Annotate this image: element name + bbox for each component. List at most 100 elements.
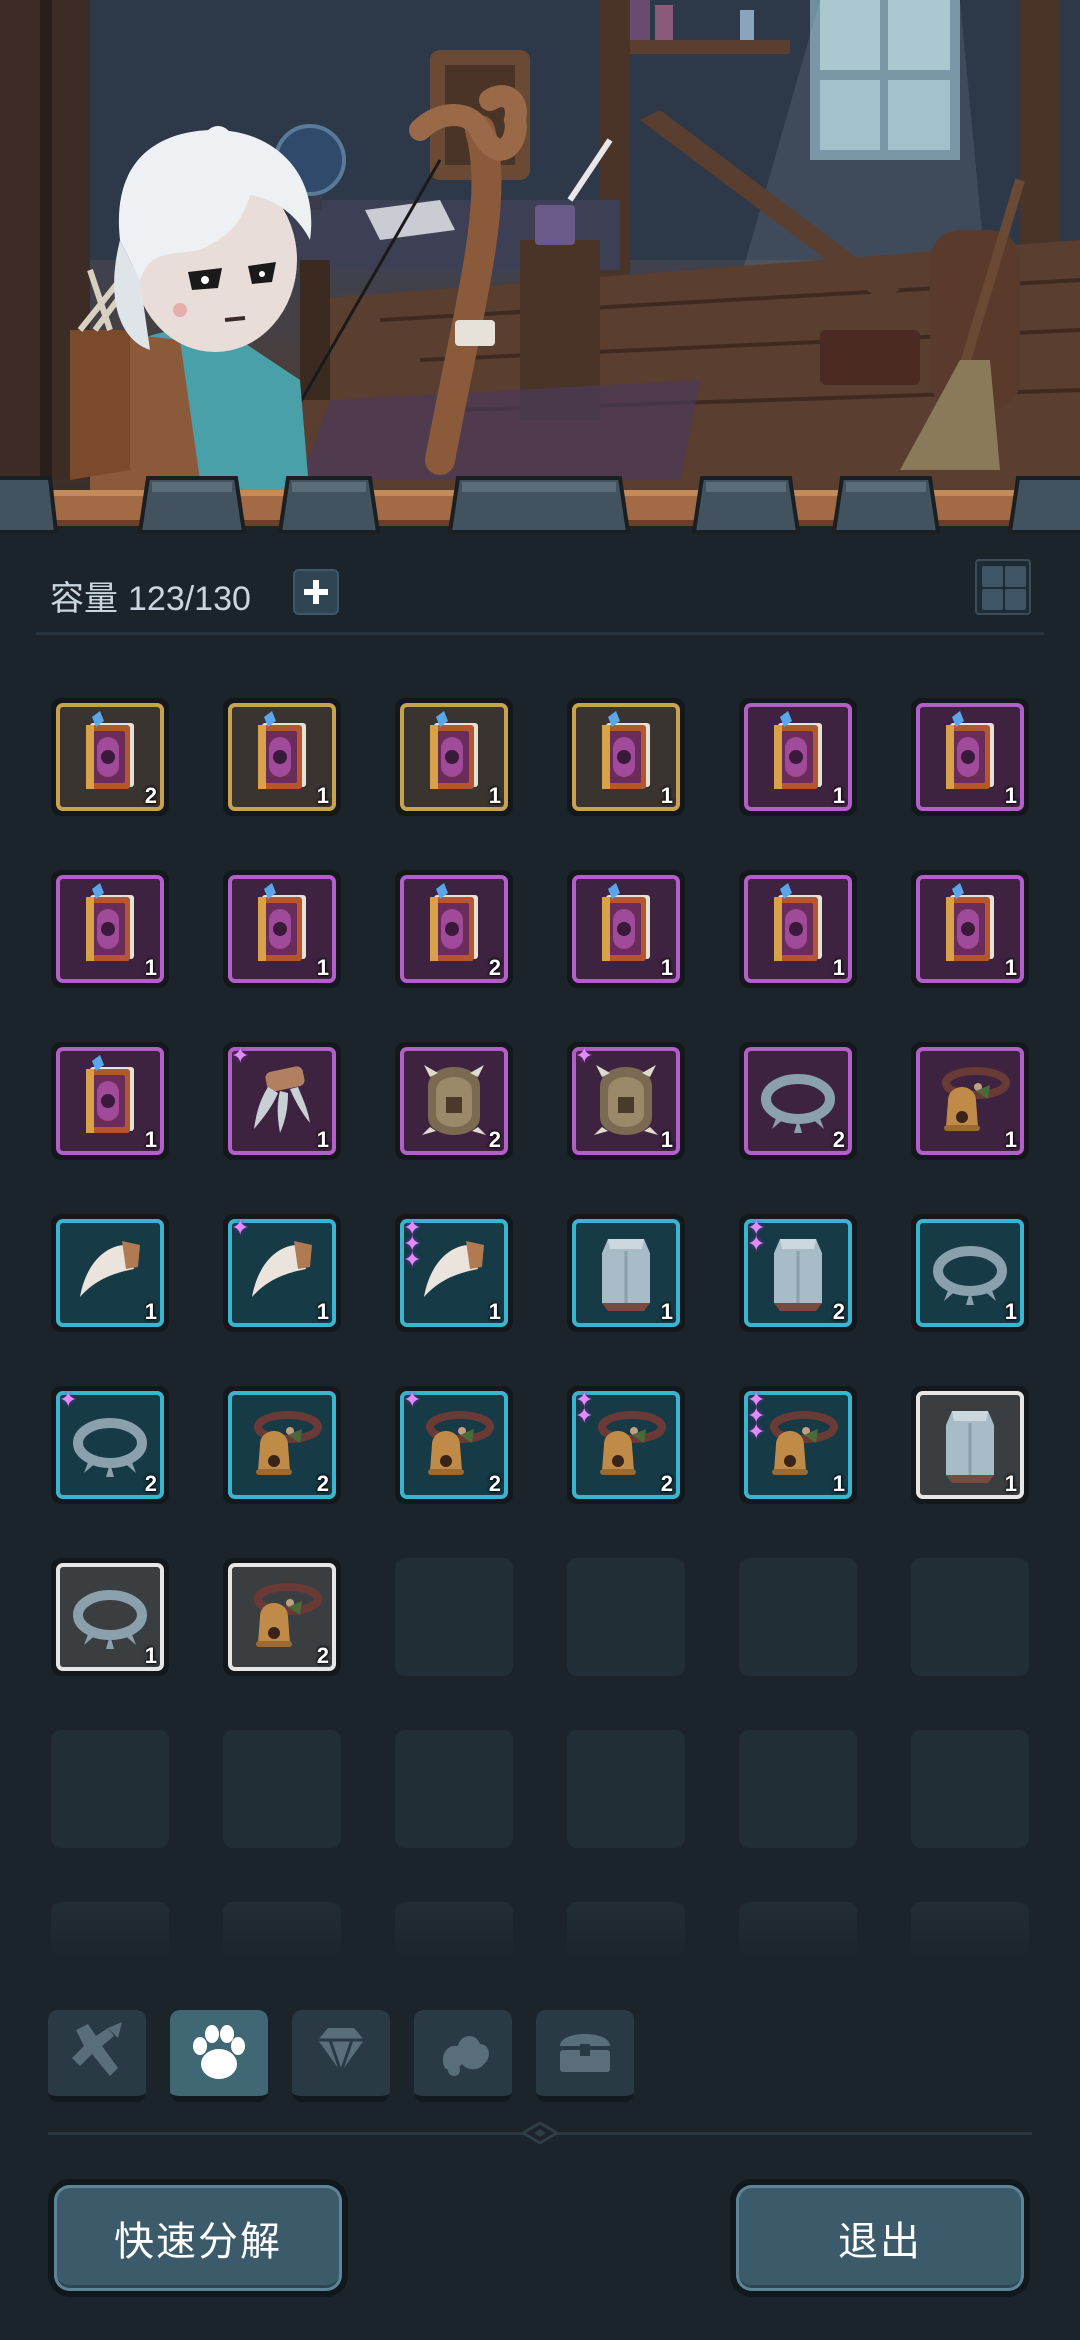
item-count: 1: [1004, 1471, 1017, 1496]
star-rank: ✦: [231, 1215, 250, 1240]
inventory-item-book[interactable]: 1: [567, 870, 685, 988]
star-icon: ✦: [231, 1215, 250, 1240]
empty-slot[interactable]: [567, 1558, 685, 1676]
item-count: 1: [316, 1127, 329, 1152]
inventory-item-bell[interactable]: ✦ 2: [395, 1386, 513, 1504]
paw-icon: [193, 2025, 245, 2079]
inventory-item-bell[interactable]: 2: [223, 1386, 341, 1504]
tab-equipment[interactable]: [48, 2010, 146, 2102]
star-icon: ✦: [403, 1387, 422, 1412]
exit-button[interactable]: 退出: [730, 2179, 1030, 2297]
inventory-item-bell[interactable]: 1: [911, 1042, 1029, 1160]
empty-slot[interactable]: [739, 1730, 857, 1848]
inventory-item-vest[interactable]: 1: [911, 1386, 1029, 1504]
inventory-item-bell[interactable]: ✦ ✦ ✦ 1: [739, 1386, 857, 1504]
empty-slot[interactable]: [911, 1558, 1029, 1676]
inventory-item-armor[interactable]: ✦ 1: [567, 1042, 685, 1160]
empty-slot[interactable]: [395, 1558, 513, 1676]
item-count: 1: [660, 1299, 673, 1324]
item-count: 1: [832, 1471, 845, 1496]
item-count: 1: [660, 1127, 673, 1152]
item-count: 2: [316, 1471, 329, 1496]
inventory-item-book[interactable]: 1: [51, 870, 169, 988]
empty-slot[interactable]: [911, 1730, 1029, 1848]
material-icon: [442, 2035, 489, 2076]
inventory-item-claw[interactable]: ✦ 1: [223, 1042, 341, 1160]
capacity-label: 容量: [50, 580, 118, 618]
grid-view-toggle[interactable]: [975, 559, 1031, 615]
inventory-item-ring[interactable]: ✦ 2: [51, 1386, 169, 1504]
weapon-icon: [72, 2022, 122, 2076]
inventory-item-armor[interactable]: 2: [395, 1042, 513, 1160]
grid-fade: [0, 1900, 1080, 1960]
inventory-item-book[interactable]: 1: [51, 1042, 169, 1160]
inventory-item-fang[interactable]: 1: [51, 1214, 169, 1332]
grid-cell: [1005, 566, 1026, 587]
inventory-item-bell[interactable]: ✦ ✦ 2: [567, 1386, 685, 1504]
inventory-item-book[interactable]: 2: [51, 698, 169, 816]
empty-slot[interactable]: [567, 1730, 685, 1848]
star-icon: ✦: [59, 1387, 78, 1412]
inventory-item-fang[interactable]: ✦ 1: [223, 1214, 341, 1332]
inventory-item-book[interactable]: 1: [911, 698, 1029, 816]
capacity-value: 123/130: [128, 580, 251, 618]
item-count: 1: [1004, 955, 1017, 980]
inventory-item-book[interactable]: 1: [223, 870, 341, 988]
item-count: 1: [144, 955, 157, 980]
empty-slot[interactable]: [739, 1558, 857, 1676]
capacity-display: 容量 123/130: [50, 571, 251, 620]
grid-cell: [982, 589, 1003, 610]
star-rank: ✦ ✦: [747, 1217, 765, 1255]
item-count: 1: [660, 783, 673, 808]
inventory-item-fang[interactable]: ✦ ✦ ✦ 1: [395, 1214, 513, 1332]
item-count: 1: [316, 783, 329, 808]
header-divider: [36, 632, 1044, 635]
tab-gems[interactable]: [292, 2010, 390, 2102]
item-count: 1: [660, 955, 673, 980]
empty-slot[interactable]: [51, 1730, 169, 1848]
grid-cell: [1005, 589, 1026, 610]
tab-chest[interactable]: [536, 2010, 634, 2102]
item-count: 1: [144, 1127, 157, 1152]
expand-capacity-button[interactable]: [293, 569, 339, 615]
item-count: 1: [488, 1299, 501, 1324]
item-count: 2: [488, 1127, 501, 1152]
star-rank: ✦: [403, 1387, 422, 1412]
tab-materials[interactable]: [414, 2010, 512, 2102]
item-count: 2: [144, 783, 157, 808]
star-icon: ✦: [575, 1403, 594, 1428]
inventory-item-book[interactable]: 1: [223, 698, 341, 816]
item-count: 1: [832, 783, 845, 808]
star-rank: ✦: [59, 1387, 78, 1412]
inventory-item-book[interactable]: 1: [567, 698, 685, 816]
star-icon: ✦: [403, 1247, 422, 1272]
tab-pet[interactable]: [170, 2010, 268, 2102]
item-count: 1: [1004, 783, 1017, 808]
quick-decompose-button[interactable]: 快速分解: [48, 2179, 348, 2297]
inventory-item-book[interactable]: 2: [395, 870, 513, 988]
item-count: 2: [144, 1471, 157, 1496]
bottom-panel: 快速分解 退出: [0, 1955, 1080, 2340]
item-count: 2: [488, 955, 501, 980]
inventory-item-ring[interactable]: 1: [51, 1558, 169, 1676]
item-count: 1: [144, 1299, 157, 1324]
star-icon: ✦: [575, 1043, 594, 1068]
inventory-item-bell[interactable]: 2: [223, 1558, 341, 1676]
empty-slot[interactable]: [223, 1730, 341, 1848]
quick-decompose-label: 快速分解: [54, 2185, 342, 2291]
inventory-item-ring[interactable]: 2: [739, 1042, 857, 1160]
room-background: [0, 0, 1080, 500]
hero-scene-illustration: [0, 0, 1080, 500]
inventory-item-book[interactable]: 1: [911, 870, 1029, 988]
item-count: 1: [488, 783, 501, 808]
star-rank: ✦: [231, 1045, 249, 1067]
inventory-item-book[interactable]: 1: [395, 698, 513, 816]
empty-slot[interactable]: [395, 1730, 513, 1848]
inventory-item-book[interactable]: 1: [739, 870, 857, 988]
inventory-item-ring[interactable]: 1: [911, 1214, 1029, 1332]
inventory-item-vest[interactable]: 1: [567, 1214, 685, 1332]
item-count: 1: [316, 1299, 329, 1324]
inventory-item-book[interactable]: 1: [739, 698, 857, 816]
item-count: 1: [1004, 1127, 1017, 1152]
inventory-item-vest[interactable]: ✦ ✦ 2: [739, 1214, 857, 1332]
